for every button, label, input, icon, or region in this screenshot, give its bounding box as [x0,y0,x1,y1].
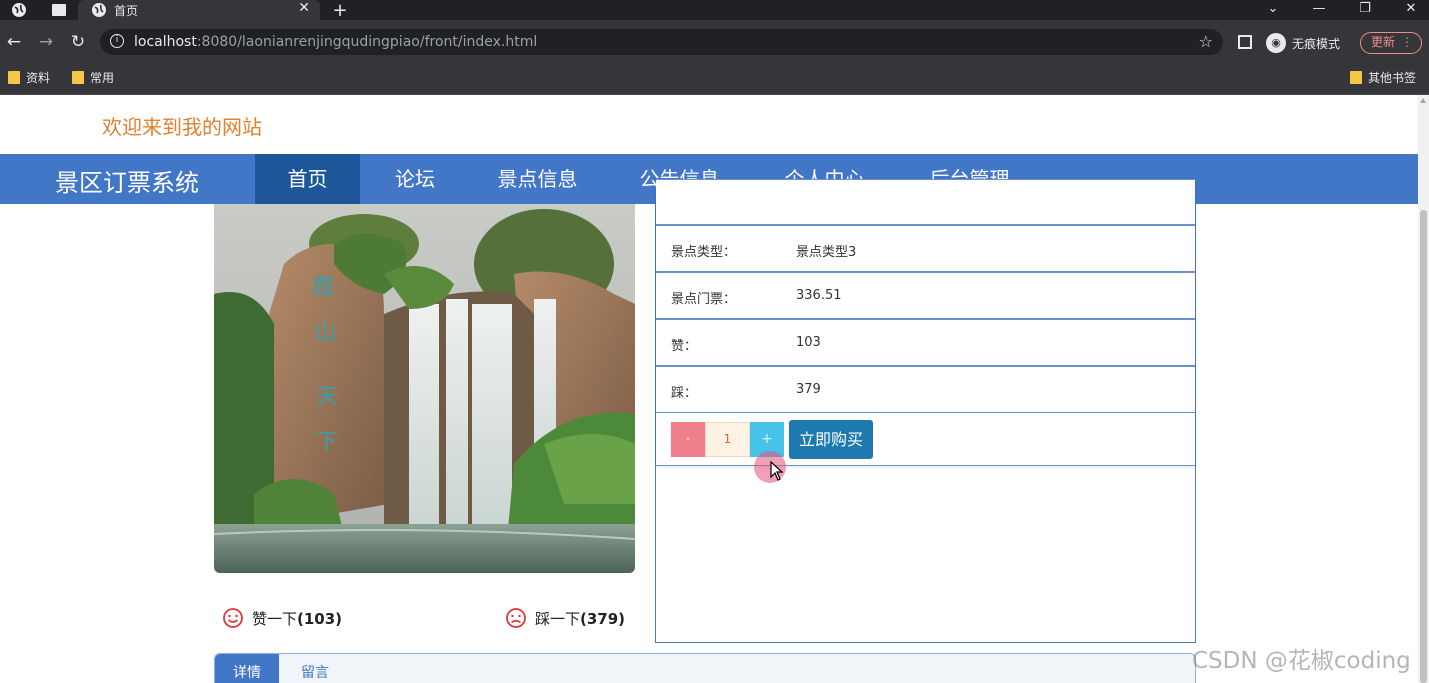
field-label: 赞： [671,339,698,354]
detail-tabs: 详情 留言 [214,653,1196,683]
update-button[interactable]: 更新 ⋮ [1360,32,1422,54]
folder-icon [72,71,84,84]
info-row-price: 景点门票： 336.51 [656,272,1195,319]
address-bar[interactable]: i localhost:8080/laonianrenjingqudingpia… [100,29,1223,55]
browser-toolbar: ← → ↻ i localhost:8080/laonianrenjingqud… [0,20,1429,63]
web-page: 欢迎来到我的网站 景区订票系统 首页 论坛 景点信息 公告信息 个人中心 后台管… [0,95,1418,683]
field-label: 景点类型： [671,245,737,260]
update-label: 更新 [1371,35,1396,49]
browser-tab-strip: 首页 ✕ + ⌄ — ❐ ✕ [0,0,1429,21]
nav-forum[interactable]: 论坛 [375,154,455,204]
tab-comments[interactable]: 留言 [301,654,329,683]
field-value: 景点类型3 [796,245,857,260]
side-panel-icon[interactable] [1238,35,1252,49]
svg-text:天: 天 [316,385,338,410]
tab-favicon-globe-icon [90,1,108,19]
tab-search-icon[interactable] [50,1,68,19]
bookmark-label: 常用 [90,71,115,85]
buy-now-button[interactable]: 立即购买 [789,420,873,459]
like-label: 赞一下 [252,609,298,628]
watermark: CSDN @花椒coding [1192,648,1411,674]
nav-home[interactable]: 首页 [255,154,360,204]
quantity-decrement-button[interactable]: - [671,422,705,457]
bookmark-label: 资料 [26,71,51,85]
scrollbar-thumb[interactable] [1420,210,1427,683]
folder-icon [1350,71,1362,84]
field-value: 336.51 [796,288,842,303]
address-url[interactable]: localhost:8080/laonianrenjingqudingpiao/… [134,34,537,50]
site-info-icon[interactable]: i [110,34,124,48]
restore-icon[interactable]: ❐ [1342,0,1388,20]
tab-search-chevron-icon[interactable]: ⌄ [1250,0,1296,20]
folder-icon [8,71,20,84]
field-label: 踩： [671,386,698,401]
attraction-photo: 霞 山 天 下 [214,204,635,573]
incognito-label: 无痕模式 [1292,36,1341,51]
info-row-likes: 赞： 103 [656,319,1195,366]
minimize-icon[interactable]: — [1296,0,1342,20]
tab-detail[interactable]: 详情 [215,654,279,683]
field-label: 景点门票： [671,292,737,307]
sad-face-icon [506,608,526,628]
bookmark-folder-ziliao[interactable]: 资料 [8,69,50,86]
purchase-row: - 1 + 立即购买 [656,412,1195,466]
bookmark-star-icon[interactable]: ☆ [1199,32,1213,51]
attraction-info-panel: 景点类型： 景点类型3 景点门票： 336.51 赞： 103 踩： 379 -… [655,179,1196,643]
info-row-partial [656,179,1195,225]
svg-text:霞: 霞 [312,275,334,300]
dislike-count: (379) [580,609,626,628]
info-row-dislikes: 踩： 379 [656,366,1195,413]
dislike-label: 踩一下 [535,609,581,628]
tab-close-icon[interactable]: ✕ [298,0,310,16]
tab-title: 首页 [114,4,139,18]
like-button[interactable]: 赞一下(103) [222,607,342,629]
quantity-input[interactable]: 1 [705,422,750,457]
back-arrow-icon[interactable]: ← [4,32,24,52]
info-row-type: 景点类型： 景点类型3 [656,225,1195,272]
page-scrollbar[interactable] [1418,95,1429,683]
mouse-pointer-icon [770,461,784,481]
svg-text:下: 下 [316,430,338,455]
browser-tab-active[interactable]: 首页 ✕ [78,0,320,20]
smile-icon [223,608,243,628]
bookmark-folder-other[interactable]: 其他书签 [1350,69,1416,86]
bookmarks-bar: 资料 常用 其他书签 [0,63,1429,95]
browser-globe-icon[interactable] [10,1,28,19]
incognito-indicator[interactable]: ◉ 无痕模式 [1266,33,1340,53]
field-value: 103 [796,335,821,350]
forward-arrow-icon[interactable]: → [36,32,56,52]
more-menu-icon[interactable]: ⋮ [1401,33,1413,52]
like-count: (103) [297,609,343,628]
site-brand[interactable]: 景区订票系统 [55,163,199,198]
reload-icon[interactable]: ↻ [68,32,88,52]
welcome-text: 欢迎来到我的网站 [102,115,262,139]
incognito-icon: ◉ [1266,33,1286,53]
scroll-up-arrow-icon[interactable] [1420,98,1426,103]
nav-attractions[interactable]: 景点信息 [480,154,595,204]
dislike-button[interactable]: 踩一下(379) [505,607,625,629]
bookmark-label: 其他书签 [1368,71,1417,85]
close-window-icon[interactable]: ✕ [1388,0,1429,20]
bookmark-folder-changyong[interactable]: 常用 [72,69,114,86]
new-tab-plus-icon[interactable]: + [331,0,349,21]
field-value: 379 [796,382,821,397]
svg-text:山: 山 [314,320,336,345]
